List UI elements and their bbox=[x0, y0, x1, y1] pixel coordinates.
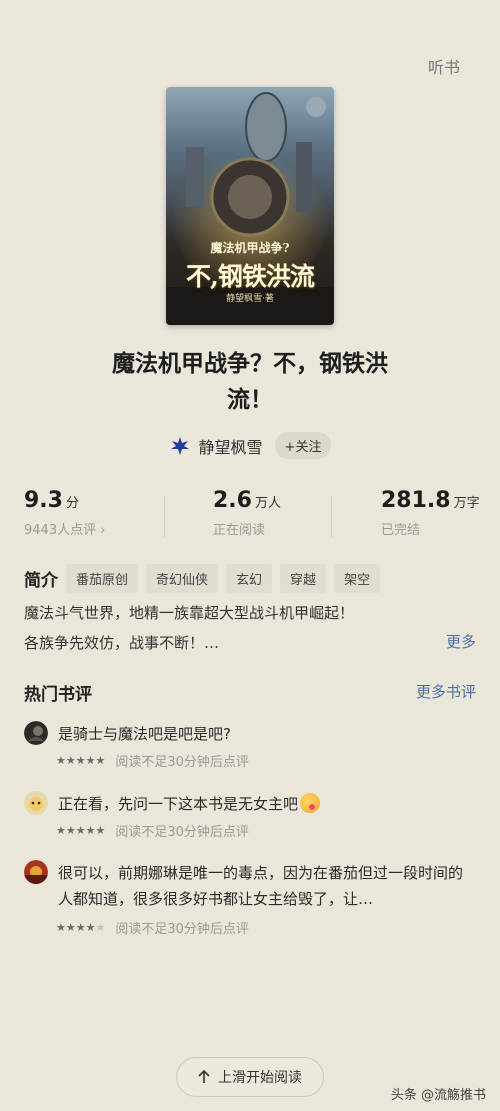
readers-unit: 万人 bbox=[254, 496, 281, 511]
stats-divider bbox=[331, 496, 332, 538]
description-line1: 魔法斗气世界，地精一族靠超大型战斗机甲崛起！ bbox=[24, 604, 355, 622]
star-rating: ★★★★★ bbox=[56, 824, 106, 837]
review-item[interactable]: 是骑士与魔法吧是吧是吧? ★★★★★ 阅读不足30分钟后点评 bbox=[24, 721, 474, 771]
description-line2: 各族争先效仿，战事不断！… bbox=[24, 634, 220, 652]
reviewer-avatar bbox=[24, 791, 48, 815]
words-unit: 万字 bbox=[453, 496, 480, 511]
cover-author: 静望枫雪·著 bbox=[226, 294, 274, 304]
readers-label: 正在阅读 bbox=[213, 523, 266, 538]
rating-unit: 分 bbox=[65, 496, 79, 511]
star-rating: ★★★★★ bbox=[56, 754, 106, 767]
book-title: 魔法机甲战争？不，钢铁洪 流！ bbox=[60, 346, 440, 418]
review-meta-text: 阅读不足30分钟后点评 bbox=[115, 825, 249, 840]
reviewer-avatar bbox=[24, 860, 48, 884]
intro-label: 简介 bbox=[24, 571, 58, 591]
book-cover[interactable]: 魔法机甲战争? 不,钢铁洪流 静望枫雪·著 bbox=[166, 87, 334, 325]
review-meta: ★★★★★ 阅读不足30分钟后点评 bbox=[56, 918, 249, 937]
readers-value: 2.6 bbox=[213, 488, 252, 513]
stat-readers: 2.6 万人 正在阅读 bbox=[213, 488, 281, 538]
tag[interactable]: 奇幻仙侠 bbox=[146, 564, 219, 593]
rating-count: 9443人点评 › bbox=[24, 523, 106, 538]
review-meta-text: 阅读不足30分钟后点评 bbox=[115, 922, 249, 937]
book-title-line1: 魔法机甲战争？不，钢铁洪 bbox=[112, 351, 388, 377]
listen-button[interactable]: 听书 bbox=[428, 54, 460, 78]
follow-button[interactable]: +关注 bbox=[274, 432, 332, 459]
book-description[interactable]: 魔法斗气世界，地精一族靠超大型战斗机甲崛起！ 各族争先效仿，战事不断！… bbox=[24, 598, 464, 658]
stats-bar: 9.3 分 9443人点评 › 2.6 万人 正在阅读 281.8 万字 已完结 bbox=[0, 488, 500, 548]
swipe-to-read-button[interactable]: 上滑开始阅读 bbox=[176, 1057, 324, 1097]
tag[interactable]: 玄幻 bbox=[226, 564, 273, 593]
tag[interactable]: 架空 bbox=[334, 564, 381, 593]
stat-rating[interactable]: 9.3 分 9443人点评 › bbox=[24, 488, 105, 538]
swipe-label: 上滑开始阅读 bbox=[218, 1070, 302, 1086]
review-meta: ★★★★★ 阅读不足30分钟后点评 bbox=[56, 821, 249, 840]
review-item[interactable]: 很可以，前期娜琳是唯一的毒点，因为在番茄但过一段时间的人都知道，很多很多好书都让… bbox=[24, 860, 474, 940]
author-avatar-icon[interactable] bbox=[168, 434, 191, 457]
review-text: 很可以，前期娜琳是唯一的毒点，因为在番茄但过一段时间的人都知道，很多很多好书都让… bbox=[58, 864, 464, 908]
watermark: 头条 @流觞推书 bbox=[390, 1088, 486, 1103]
stats-divider bbox=[164, 496, 165, 538]
author-name[interactable]: 静望枫雪 bbox=[199, 434, 263, 458]
book-title-line2: 流！ bbox=[227, 387, 273, 413]
intro-tags-row: 简介 番茄原创 奇幻仙侠 玄幻 穿越 架空 bbox=[24, 564, 388, 593]
more-reviews-link[interactable]: 更多书评 bbox=[416, 681, 476, 702]
review-item[interactable]: 正在看，先问一下这本书是无女主吧 ★★★★★ 阅读不足30分钟后点评 bbox=[24, 791, 474, 841]
stat-words: 281.8 万字 已完结 bbox=[381, 488, 480, 538]
review-text: 是骑士与魔法吧是吧是吧? bbox=[58, 725, 231, 743]
tongue-emoji-icon bbox=[300, 793, 321, 813]
cover-title: 不,钢铁洪流 bbox=[186, 262, 315, 291]
tag[interactable]: 穿越 bbox=[280, 564, 327, 593]
reviewer-avatar bbox=[24, 721, 48, 745]
review-text-content: 正在看，先问一下这本书是无女主吧 bbox=[58, 795, 299, 813]
review-meta-text: 阅读不足30分钟后点评 bbox=[115, 755, 249, 770]
reviews-section-title: 热门书评 bbox=[24, 685, 92, 705]
tag[interactable]: 番茄原创 bbox=[66, 564, 139, 593]
cover-subtitle: 魔法机甲战争? bbox=[210, 241, 290, 255]
words-value: 281.8 bbox=[381, 488, 451, 513]
author-row: 静望枫雪 +关注 bbox=[0, 432, 500, 459]
review-meta: ★★★★★ 阅读不足30分钟后点评 bbox=[56, 751, 249, 770]
star-rating: ★★★★★ bbox=[56, 921, 106, 934]
arrow-up-icon bbox=[198, 1070, 210, 1083]
rating-value: 9.3 bbox=[24, 488, 63, 513]
status-label: 已完结 bbox=[381, 523, 421, 538]
more-description-link[interactable]: 更多 bbox=[446, 631, 476, 652]
review-text: 正在看，先问一下这本书是无女主吧 bbox=[58, 791, 474, 817]
